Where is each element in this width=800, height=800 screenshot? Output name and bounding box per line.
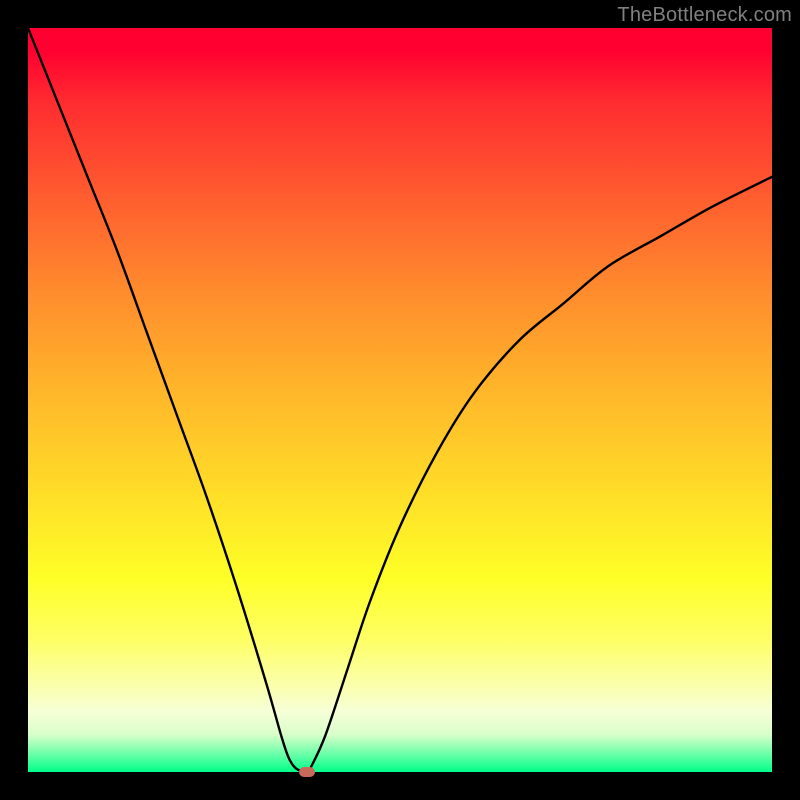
chart-frame: TheBottleneck.com	[0, 0, 800, 800]
minimum-marker	[299, 767, 315, 777]
watermark-text: TheBottleneck.com	[617, 4, 792, 27]
bottleneck-curve	[28, 28, 772, 772]
